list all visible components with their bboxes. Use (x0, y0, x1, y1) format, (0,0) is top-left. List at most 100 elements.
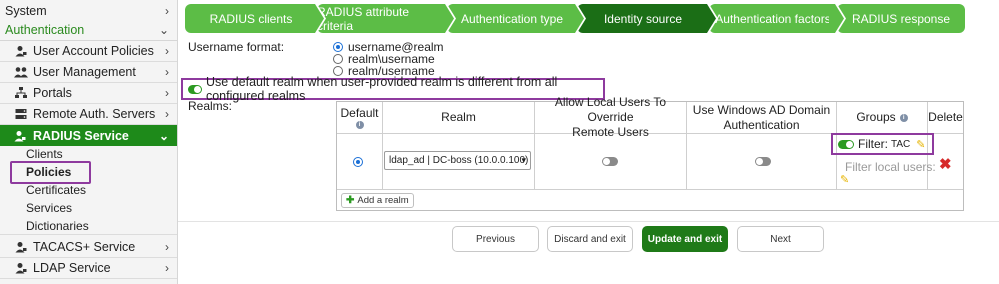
sidebar-subitem-services[interactable]: Services (0, 199, 177, 217)
column-header-windows-ad: Use Windows AD Domain Authentication (687, 102, 837, 134)
column-header-default: Default i (337, 102, 383, 134)
sidebar-item-label: RADIUS Service (33, 128, 129, 143)
info-icon[interactable]: i (899, 113, 908, 122)
step-authentication-factors[interactable]: Authentication factors (709, 4, 837, 33)
step-separator-icon (701, 4, 718, 33)
sidebar-subitem-dictionaries[interactable]: Dictionaries (0, 217, 177, 235)
users-icon (14, 65, 28, 79)
windows-ad-toggle[interactable] (755, 157, 771, 166)
previous-button[interactable]: Previous (452, 226, 539, 252)
allow-override-toggle[interactable] (602, 157, 618, 166)
wizard-steps: RADIUS clients RADIUS attribute criteria… (185, 4, 965, 33)
sidebar-subitem-label: Services (26, 201, 73, 215)
column-header-realm: Realm (383, 102, 535, 134)
chevron-right-icon: › (165, 3, 169, 18)
radio-selected-icon[interactable] (333, 42, 343, 52)
user-icon (14, 261, 28, 275)
update-and-exit-button[interactable]: Update and exit (642, 226, 728, 252)
chevron-down-icon: ▾ (521, 155, 526, 165)
policies-highlight-box (10, 161, 91, 184)
sidebar-item-label: TACACS+ Service (33, 240, 136, 254)
step-label: Authentication factors (715, 11, 831, 26)
discard-and-exit-button[interactable]: Discard and exit (547, 226, 633, 252)
network-icon (14, 86, 28, 100)
realms-label: Realms: (188, 99, 233, 113)
user-icon (14, 240, 28, 254)
sidebar-item-ldap-service[interactable]: LDAP Service › (0, 258, 177, 279)
plus-icon: ✚ (346, 195, 355, 206)
group-filter-value: TAC (891, 138, 911, 150)
step-separator-icon (829, 4, 846, 33)
button-label: Discard and exit (554, 233, 626, 245)
chevron-right-icon: › (165, 107, 169, 121)
sidebar-item-user-management[interactable]: User Management › (0, 62, 177, 83)
sidebar-item-authentication[interactable]: Authentication ⌄ (0, 20, 177, 41)
step-radius-response[interactable]: RADIUS response (837, 4, 965, 33)
step-label: Identity source (603, 11, 683, 26)
step-label: RADIUS response (851, 11, 951, 26)
group-filter-toggle[interactable] (838, 139, 854, 149)
chevron-down-icon: ⌄ (158, 128, 169, 143)
add-realm-label: Add a realm (357, 195, 409, 206)
username-format-label: Username format: (188, 40, 285, 54)
sidebar-item-radius-service[interactable]: RADIUS Service ⌄ (0, 125, 177, 146)
chevron-right-icon: › (165, 240, 169, 254)
default-realm-toggle[interactable] (188, 84, 202, 94)
step-identity-source[interactable]: Identity source (577, 4, 709, 33)
sidebar-item-label: User Account Policies (33, 44, 154, 58)
column-header-delete: Delete (928, 102, 963, 134)
column-header-allow-override: Allow Local Users To Override Remote Use… (535, 95, 687, 139)
step-authentication-type[interactable]: Authentication type (447, 4, 577, 33)
realm-select[interactable]: ldap_ad | DC-boss (10.0.0.100) ▾ (384, 151, 531, 170)
chevron-right-icon: › (165, 86, 169, 100)
info-icon[interactable]: i (355, 121, 364, 129)
header-label: Default (340, 106, 379, 120)
sidebar-item-label: Authentication (5, 23, 85, 37)
sidebar-item-tacacs-service[interactable]: TACACS+ Service › (0, 237, 177, 258)
chevron-right-icon: › (165, 261, 169, 275)
step-separator-icon (569, 4, 586, 33)
header-label: Delete (928, 110, 963, 124)
filter-local-users-label: Filter local users: (845, 160, 936, 174)
step-separator-icon (309, 4, 326, 33)
sidebar-item-label: User Management (33, 65, 136, 79)
step-label: Authentication type (460, 11, 564, 26)
step-label: RADIUS clients (209, 11, 293, 26)
realm-select-value: ldap_ad | DC-boss (10.0.0.100) (389, 155, 529, 166)
footer-divider (178, 221, 999, 222)
delete-icon[interactable]: ✖ (939, 155, 952, 173)
sidebar-item-remote-auth-servers[interactable]: Remote Auth. Servers › (0, 104, 177, 125)
step-label: RADIUS attribute criteria (317, 4, 410, 33)
step-radius-attribute-criteria[interactable]: RADIUS attribute criteria (317, 4, 447, 33)
group-filter-label: Filter: (858, 137, 888, 151)
header-label: Allow Local Users To Override (554, 95, 667, 124)
header-label: Realm (441, 110, 476, 124)
default-realm-radio[interactable] (353, 157, 363, 167)
sidebar-item-user-account-policies[interactable]: User Account Policies › (0, 41, 177, 62)
user-icon (14, 130, 28, 142)
add-realm-button[interactable]: ✚ Add a realm (341, 193, 414, 208)
sidebar-item-label: Portals (33, 86, 72, 100)
sidebar: System › Authentication ⌄ User Account P… (0, 0, 178, 284)
next-button[interactable]: Next (737, 226, 824, 252)
user-icon (14, 44, 28, 58)
chevron-down-icon: ⌄ (158, 23, 169, 37)
sidebar-item-system[interactable]: System › (0, 0, 177, 21)
step-radius-clients[interactable]: RADIUS clients (185, 4, 317, 33)
pencil-icon[interactable]: ✎ (916, 138, 925, 151)
button-label: Update and exit (647, 233, 723, 245)
group-filter[interactable]: Filter: TAC ✎ (831, 133, 934, 155)
header-label: Use Windows AD Domain (692, 102, 831, 117)
button-label: Next (770, 233, 791, 245)
pencil-icon[interactable]: ✎ (840, 173, 849, 186)
radio-icon[interactable] (333, 54, 343, 64)
button-label: Previous (476, 233, 515, 245)
sidebar-subitem-label: Clients (26, 147, 63, 161)
column-header-groups: Groups i (837, 102, 928, 134)
sidebar-item-label: LDAP Service (33, 261, 111, 275)
sidebar-subitem-label: Dictionaries (26, 218, 89, 233)
sidebar-item-label: System (5, 3, 47, 18)
sidebar-item-label: Remote Auth. Servers (33, 107, 156, 121)
sidebar-item-portals[interactable]: Portals › (0, 83, 177, 104)
header-label: Groups (856, 110, 896, 124)
